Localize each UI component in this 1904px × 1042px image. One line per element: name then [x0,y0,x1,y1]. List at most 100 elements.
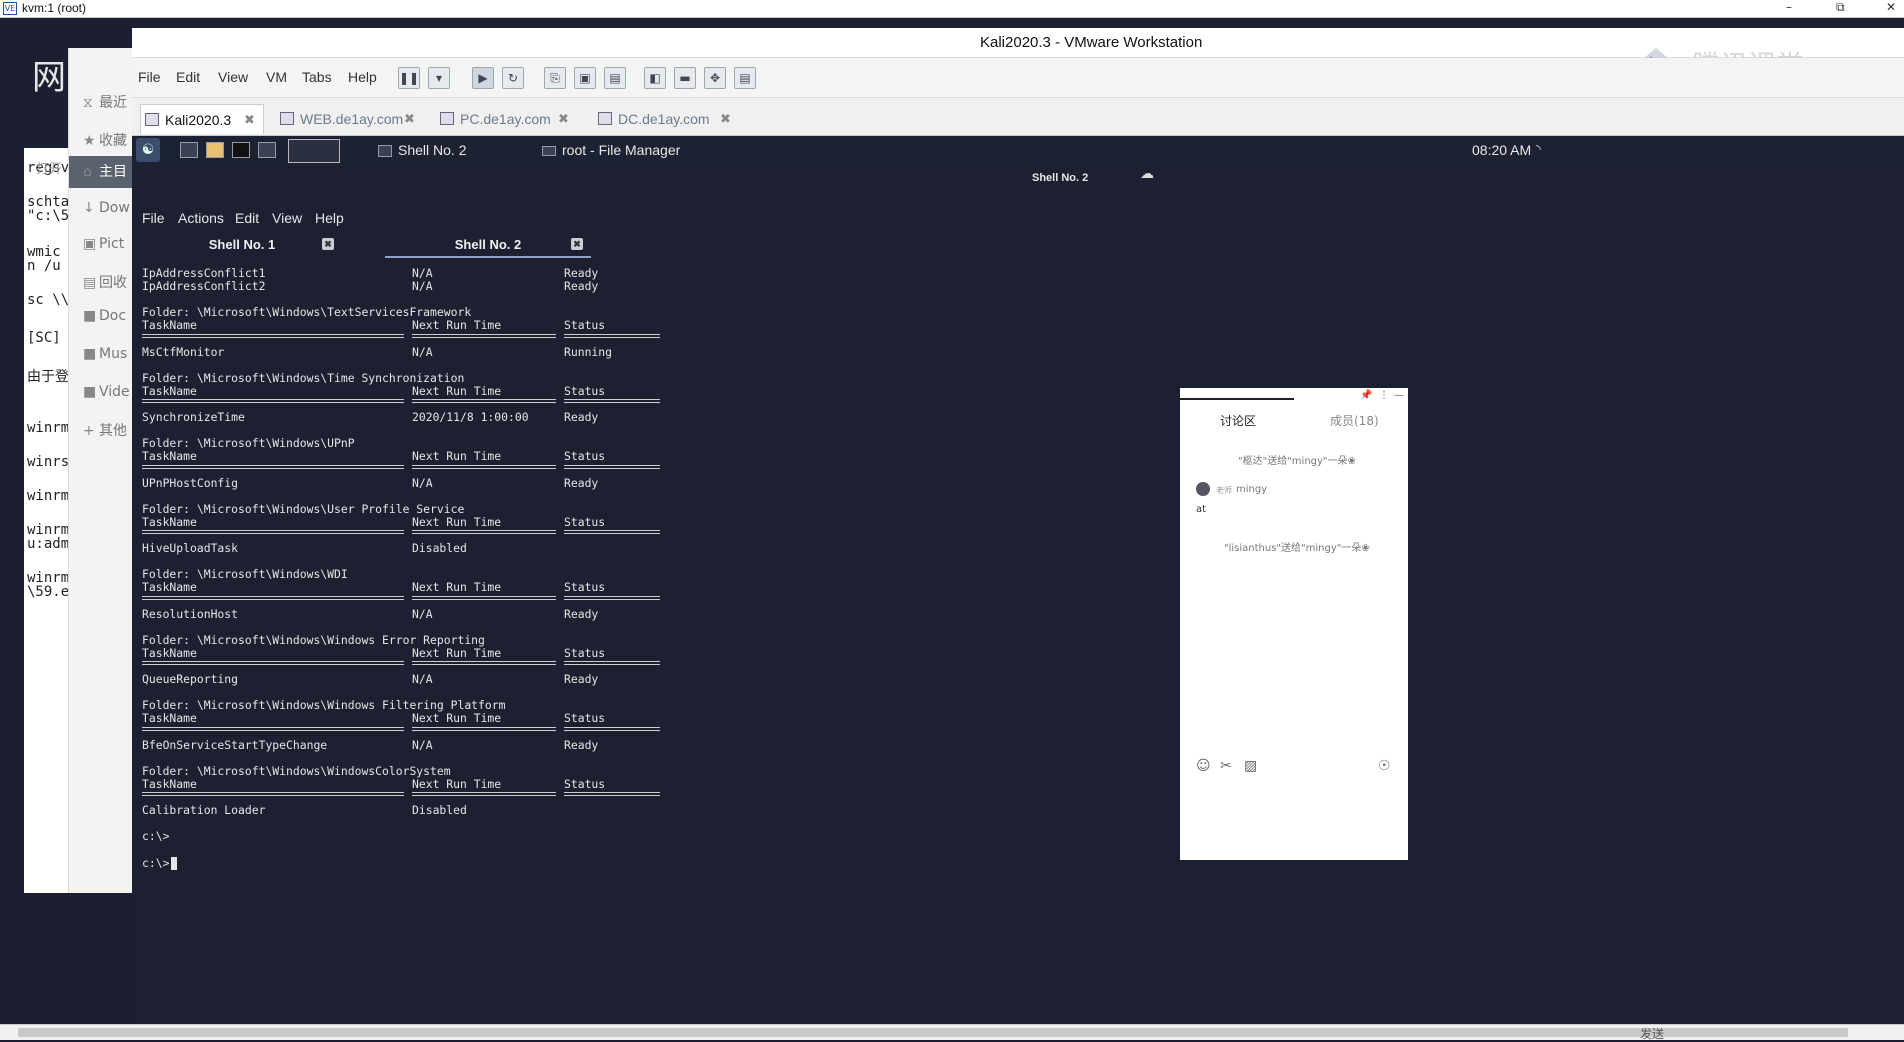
sidebar-item[interactable]: ★ 收藏 [83,130,127,150]
sidebar-item[interactable]: ■ Mus [83,346,127,362]
terminal-line: HiveUploadTask [142,541,239,556]
terminal-line: TaskName [142,449,197,464]
tab-label: DC.de1ay.com [618,111,710,127]
sidebar-item[interactable]: ⧖ 最近 [83,92,127,112]
show-desktop-icon[interactable] [180,142,198,158]
snapshot-icon[interactable]: ▣ [574,67,596,89]
tab-shell-1[interactable]: Shell No. 1 ✖ [142,234,342,256]
send-ctrl-alt-del-icon[interactable]: ⎘ [544,67,566,89]
terminal-menu-help[interactable]: Help [315,210,344,226]
tab-kali[interactable]: Kali2020.3 ✖ [140,104,264,134]
pin-icon[interactable]: 📌 [1360,390,1372,401]
emoji-icon[interactable]: ☺ [1196,758,1211,774]
sidebar-item-label: 主目 [99,164,127,180]
tab-members[interactable]: 成员(18) [1330,412,1379,429]
tab-pc[interactable]: PC.de1ay.com ✖ [436,104,582,134]
power-status-icon[interactable]: ◝ [1536,142,1541,156]
terminal-line: N/A [412,672,433,687]
vnc-app-icon: VE [3,2,17,15]
close-button[interactable]: ✕ [1886,0,1896,14]
snapshot-manager-icon[interactable]: ▤ [604,67,626,89]
horizontal-scrollbar[interactable] [0,1024,1904,1040]
vmware-vm-tabs: Kali2020.3 ✖ WEB.de1ay.com ✖ PC.de1ay.co… [132,98,1904,136]
menu-edit[interactable]: Edit [176,69,200,85]
sidebar-item[interactable]: ▤ 回收 [83,272,127,292]
open-button[interactable]: 打开 [36,158,62,177]
sidebar-item-label: 最近 [99,95,127,111]
menu-help[interactable]: Help [348,69,377,85]
tab-close-icon[interactable]: ✖ [571,238,583,250]
scrollbar-thumb[interactable] [18,1028,1848,1037]
tab-close-icon[interactable]: ✖ [558,104,569,134]
sidebar-item-label: Mus [99,346,128,362]
browser-icon[interactable] [258,142,276,158]
task-file-manager[interactable]: root - File Manager [562,142,680,158]
tab-shell-2[interactable]: Shell No. 2 ✖ [385,234,591,256]
terminal-line: N/A [412,475,433,490]
terminal-menu-actions[interactable]: Actions [178,210,224,226]
file-manager-sidebar: ⧖ 最近 ★ 收藏 ⌂ 主目 ↓ Dow ▣ Pict ▤ 回收 ■ Doc ■ Mus ■ Vide + 其他 [68,48,135,893]
sidebar-item[interactable]: ⌂ 主目 [69,156,135,188]
workspace-switcher[interactable] [288,139,340,163]
document-line: 由于登 [27,369,69,385]
sidebar-item[interactable]: ■ Doc [83,308,126,324]
terminal-menu-edit[interactable]: Edit [235,210,259,226]
more-icon[interactable]: ⋮ [1379,390,1389,401]
terminal-menu-view[interactable]: View [272,210,302,226]
library-icon[interactable]: ◧ [644,67,666,89]
tab-close-icon[interactable]: ✖ [322,238,334,250]
sidebar-item-icon: ■ [83,308,97,324]
scissors-icon[interactable]: ✂ [1220,758,1232,774]
tab-close-icon[interactable]: ✖ [244,105,255,135]
revert-snapshot-icon[interactable]: ↻ [502,67,524,89]
menu-file[interactable]: File [138,69,161,85]
chat-username: mingy [1236,484,1268,495]
minimize-button[interactable]: – [1786,0,1792,14]
vm-icon [598,112,612,125]
menu-tabs[interactable]: Tabs [302,69,332,85]
task-shell[interactable]: Shell No. 2 [398,142,466,158]
table-separator [412,399,556,403]
sidebar-item[interactable]: + 其他 [83,420,127,440]
image-icon[interactable]: ▨ [1244,758,1257,774]
play-icon[interactable]: ▶ [472,67,494,89]
terminal-line: Disabled [412,803,467,818]
tab-web[interactable]: WEB.de1ay.com ✖ [276,104,424,134]
gift-message: "柩达"送给"mingy"一朵❀ [1238,456,1356,467]
settings-icon[interactable]: ☉ [1378,758,1391,774]
terminal-menu-file[interactable]: File [142,210,165,226]
table-separator [412,530,556,534]
table-separator [564,792,660,796]
sidebar-item[interactable]: ■ Vide [83,384,130,400]
power-icon[interactable]: ▾ [428,67,450,89]
panel-clock[interactable]: 08:20 AM [1472,142,1531,158]
pause-icon[interactable]: ❚❚ [398,67,420,89]
sidebar-item[interactable]: ↓ Dow [83,200,130,216]
sidebar-item-icon: ⧖ [83,95,93,111]
tab-close-icon[interactable]: ✖ [404,104,415,134]
chat-message-text: at [1196,504,1207,515]
sidebar-item[interactable]: ▣ Pict [83,236,124,252]
menu-vm[interactable]: VM [266,69,287,85]
terminal-line: Ready [564,410,599,425]
console-view-icon[interactable]: ▬ [674,67,696,89]
unity-icon[interactable]: ▤ [734,67,756,89]
folder-icon[interactable] [206,142,224,158]
maximize-button[interactable]: ⧉ [1836,0,1845,15]
fullscreen-icon[interactable]: ✥ [704,67,726,89]
terminal-line: Status [564,580,606,595]
terminal-icon[interactable] [232,142,250,158]
send-button[interactable]: 发送 [1640,1025,1664,1042]
kali-menu-icon[interactable]: ☯ [136,138,160,162]
table-separator [142,530,404,534]
tab-close-icon[interactable]: ✖ [720,104,731,134]
tab-label: Kali2020.3 [165,112,232,128]
tab-label: Shell No. 2 [454,237,522,252]
minimize-icon[interactable]: — [1394,390,1404,401]
sidebar-item-icon: ■ [83,346,97,362]
table-separator [412,464,556,469]
sidebar-item-label: Dow [99,200,130,216]
tab-dc[interactable]: DC.de1ay.com ✖ [594,104,740,134]
tab-discussion[interactable]: 讨论区 [1220,412,1256,429]
menu-view[interactable]: View [218,69,248,85]
